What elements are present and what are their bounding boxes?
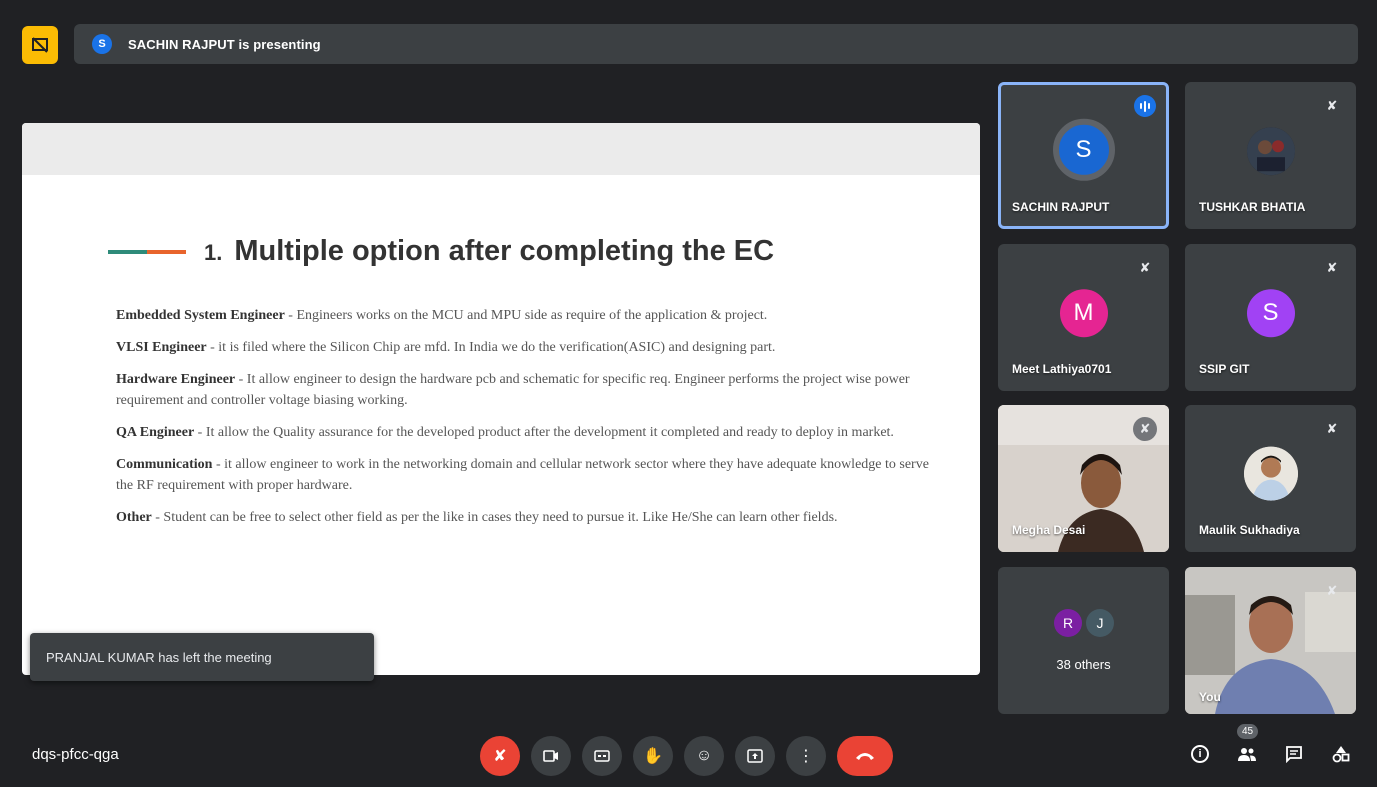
presentation-off-icon [32, 37, 48, 53]
camera-toggle-button[interactable] [531, 736, 571, 776]
leave-call-button[interactable] [837, 736, 893, 776]
present-now-button[interactable] [735, 736, 775, 776]
call-controls: ✘ ✋ ☺ ⋮ [480, 736, 893, 776]
slide-item-term: VLSI Engineer [116, 340, 207, 355]
mic-off-icon: ✘ [1326, 98, 1338, 113]
participant-tile-others[interactable]: R J 38 others [998, 567, 1169, 714]
participant-tile-tushkar[interactable]: ✘ TUSHKAR BHATIA [1185, 82, 1356, 229]
side-panel-controls: i 45 [1184, 724, 1357, 772]
participant-name: You [1199, 690, 1221, 704]
meeting-details-button[interactable]: i [1184, 736, 1216, 772]
shared-slide: 1. Multiple option after completing the E… [22, 123, 980, 675]
avatar: S [1052, 118, 1115, 181]
profile-photo [1243, 446, 1298, 501]
slide-item: Communication - it allow engineer to wor… [116, 454, 946, 496]
hand-icon: ✋ [643, 748, 663, 765]
slide-item-text: - it is filed where the Silicon Chip are… [206, 340, 776, 355]
slide-item-text: - Student can be free to select other fi… [151, 510, 838, 525]
slide-item-text: - it allow engineer to work in the netwo… [116, 457, 929, 493]
participant-tile-maulik[interactable]: ✘ Maulik Sukhadiya [1185, 405, 1356, 552]
mic-off-icon: ✘ [1139, 260, 1151, 275]
slide-header-band [22, 123, 980, 175]
participant-tile-ssip[interactable]: ✘ S SSIP GIT [1185, 244, 1356, 391]
slide-item-term: QA Engineer [116, 425, 195, 440]
slide-title-text: Multiple option after completing the EC [234, 235, 775, 267]
slide-item-text: - It allow engineer to design the hardwa… [116, 372, 910, 408]
chat-button[interactable] [1278, 736, 1310, 772]
present-icon [747, 749, 763, 763]
people-count-badge: 45 [1237, 724, 1259, 739]
title-accent-line [108, 249, 186, 254]
slide-item-term: Hardware Engineer [116, 372, 236, 387]
slide-item: VLSI Engineer - it is filed where the Si… [116, 337, 946, 358]
slide-number: 1. [204, 240, 223, 265]
avatar: R [1054, 609, 1082, 637]
captions-button[interactable] [582, 736, 622, 776]
others-count-label: 38 others [1056, 657, 1111, 672]
participant-tile-sachin[interactable]: S SACHIN RAJPUT [998, 82, 1169, 229]
participant-tile-megha[interactable]: ✘ Megha Desai [998, 405, 1169, 552]
participant-tile-meet[interactable]: ✘ M Meet Lathiya0701 [998, 244, 1169, 391]
slide-item: QA Engineer - It allow the Quality assur… [116, 422, 946, 443]
slide-title: 1. Multiple option after completing the E… [204, 235, 774, 268]
mic-toggle-button[interactable]: ✘ [480, 736, 520, 776]
slide-body: Embedded System Engineer - Engineers wor… [116, 305, 946, 539]
slide-item-term: Other [116, 510, 152, 525]
presenter-avatar: S [92, 34, 112, 54]
participant-name: SACHIN RAJPUT [1012, 200, 1110, 214]
info-icon: i [1191, 745, 1209, 763]
people-icon [1238, 748, 1256, 761]
profile-photo [1246, 126, 1295, 175]
participant-tile-you[interactable]: ✘ You [1185, 567, 1356, 714]
activities-button[interactable] [1325, 736, 1357, 772]
slide-title-row: 1. Multiple option after completing the E… [108, 235, 774, 268]
more-options-button[interactable]: ⋮ [786, 736, 826, 776]
presenting-text: SACHIN RAJPUT is presenting [128, 36, 321, 52]
slide-item: Embedded System Engineer - Engineers wor… [116, 305, 946, 326]
left-meeting-toast: PRANJAL KUMAR has left the meeting [30, 633, 374, 681]
avatar: S [1246, 288, 1295, 337]
slide-item: Hardware Engineer - It allow engineer to… [116, 369, 946, 411]
end-call-icon [856, 753, 874, 760]
pin-presentation-button[interactable] [22, 26, 58, 64]
mic-off-icon: ✘ [1326, 260, 1338, 275]
chat-icon [1286, 746, 1302, 763]
participant-name: Meet Lathiya0701 [1012, 362, 1112, 376]
captions-icon [594, 750, 610, 762]
mic-off-icon: ✘ [1326, 421, 1338, 436]
slide-item-term: Communication [116, 457, 213, 472]
mic-off-icon: ✘ [1326, 583, 1338, 598]
raise-hand-button[interactable]: ✋ [633, 736, 673, 776]
slide-item-term: Embedded System Engineer [116, 308, 285, 323]
meeting-code: dqs-pfcc-qga [32, 746, 119, 763]
presenting-banner: S SACHIN RAJPUT is presenting [74, 24, 1358, 64]
participant-name: Megha Desai [1012, 523, 1086, 537]
mic-off-icon: ✘ [1133, 417, 1157, 441]
more-vert-icon: ⋮ [798, 748, 814, 765]
participant-name: TUSHKAR BHATIA [1199, 200, 1306, 214]
slide-item-text: - It allow the Quality assurance for the… [194, 425, 894, 440]
reactions-button[interactable]: ☺ [684, 736, 724, 776]
avatar: J [1086, 609, 1114, 637]
mic-off-icon: ✘ [493, 748, 507, 765]
shapes-icon [1332, 746, 1350, 763]
slide-item: Other - Student can be free to select ot… [116, 507, 946, 528]
participant-name: Maulik Sukhadiya [1199, 523, 1300, 537]
speaking-indicator-icon [1134, 95, 1156, 117]
people-button[interactable]: 45 [1231, 724, 1263, 772]
participant-name: SSIP GIT [1199, 362, 1250, 376]
camera-icon [543, 750, 558, 762]
slide-item-text: - Engineers works on the MCU and MPU sid… [284, 308, 768, 323]
avatar: M [1059, 288, 1108, 337]
emoji-icon: ☺ [695, 747, 713, 764]
